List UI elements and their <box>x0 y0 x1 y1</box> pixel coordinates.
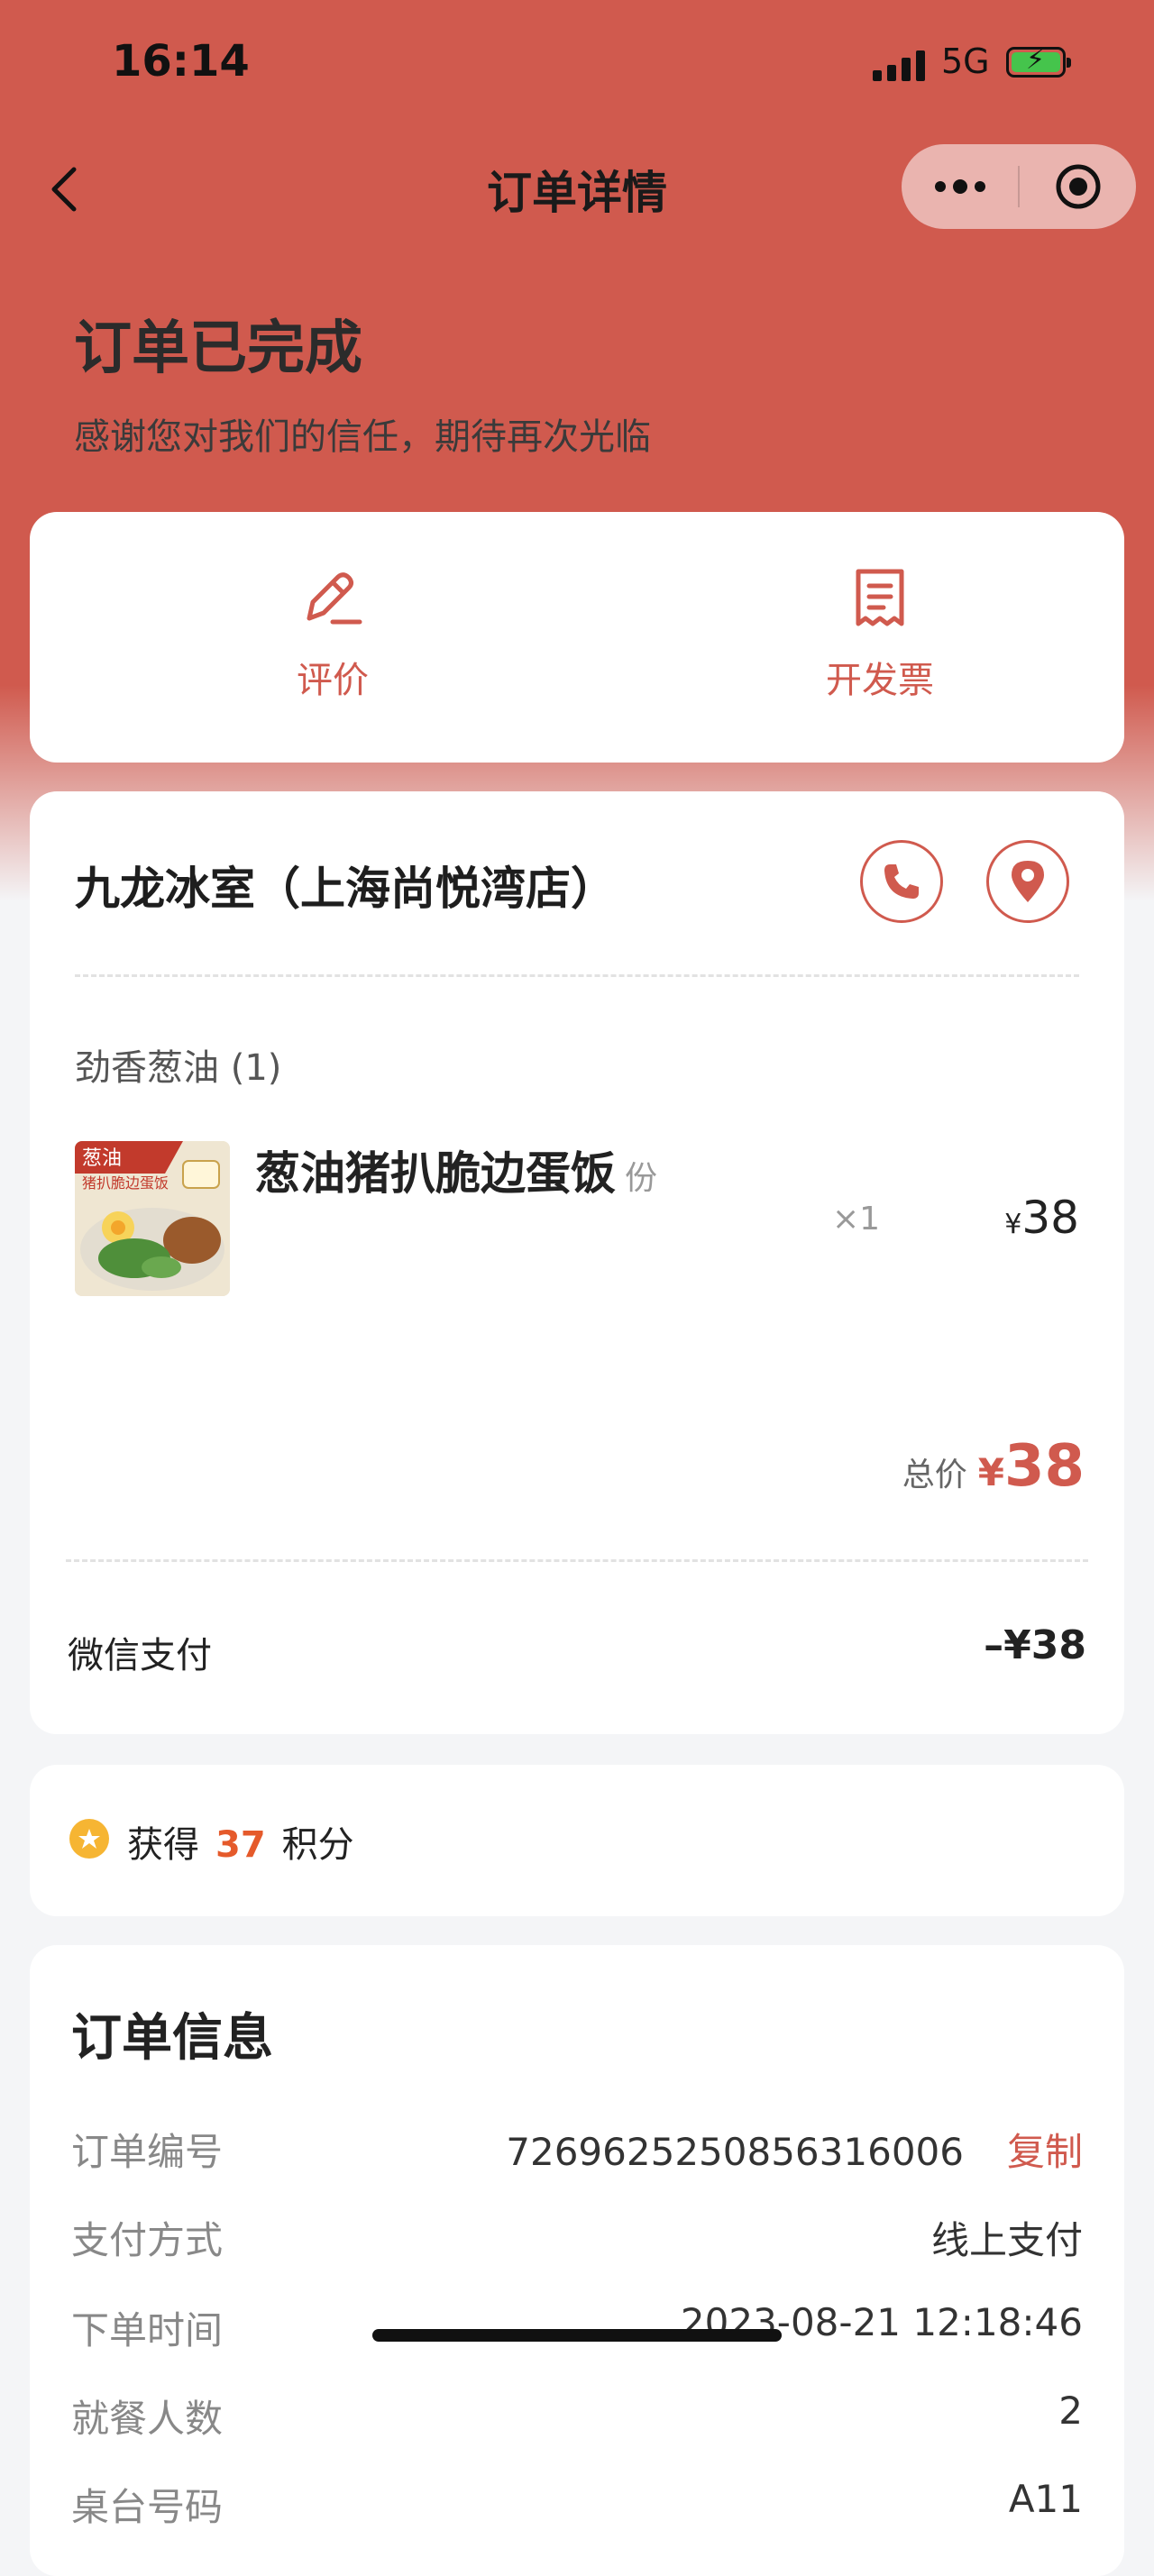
divider <box>66 1559 1088 1562</box>
navigation-bar: 订单详情 <box>0 135 1154 243</box>
battery-icon: ⚡ <box>1006 47 1071 78</box>
pay-method-label: 支付方式 <box>71 2218 224 2262</box>
dish-image-subtitle: 猪扒脆边蛋饭 <box>82 1174 169 1192</box>
copy-order-number-button[interactable]: 复制 <box>1007 2130 1083 2174</box>
actions-card: 评价 开发票 <box>30 512 1124 763</box>
pay-method-value: 线上支付 <box>930 2218 1083 2262</box>
store-name: 九龙冰室（上海尚悦湾店） <box>75 863 616 915</box>
receipt-icon <box>856 569 904 626</box>
network-type: 5G <box>941 41 990 81</box>
table-value: A11 <box>1008 2477 1083 2521</box>
diners-value: 2 <box>1058 2389 1083 2433</box>
payment-amount: –¥38 <box>984 1622 1086 1668</box>
table-label: 桌台号码 <box>71 2485 224 2529</box>
dish-price: ¥38 <box>1004 1192 1079 1244</box>
signal-icon <box>873 49 927 81</box>
dish-image: 葱油 猪扒脆边蛋饭 <box>75 1141 230 1296</box>
dish-image-title: 葱油 <box>82 1147 122 1170</box>
location-pin-icon <box>1012 861 1044 902</box>
more-dots-icon <box>934 179 985 194</box>
dish-unit: 份 <box>625 1160 658 1197</box>
status-time: 16:14 <box>112 36 250 87</box>
points-prefix: 获得 <box>127 1824 199 1866</box>
pay-method-row: 支付方式 线上支付 <box>71 2210 1083 2264</box>
more-button[interactable] <box>902 144 1018 229</box>
invoice-button[interactable]: 开发票 <box>745 566 1015 703</box>
diners-row: 就餐人数 2 <box>71 2389 1083 2443</box>
order-number-label: 订单编号 <box>71 2130 224 2174</box>
order-time-label: 下单时间 <box>71 2308 224 2352</box>
order-number-row: 订单编号 7269625250856316006 复制 <box>71 2122 1083 2176</box>
currency-symbol: ¥ <box>1004 1209 1022 1240</box>
phone-icon <box>884 864 919 899</box>
table-row: 桌台号码 A11 <box>71 2477 1083 2531</box>
dish-quantity: ×1 <box>832 1201 881 1238</box>
call-store-button[interactable] <box>860 840 943 923</box>
divider <box>75 974 1079 977</box>
order-status-title: 订单已完成 <box>74 315 362 382</box>
order-status-subtitle: 感谢您对我们的信任，期待再次光临 <box>74 416 651 458</box>
order-number-value: 7269625250856316006 <box>506 2130 964 2174</box>
order-info-title: 订单信息 <box>71 2009 273 2068</box>
payment-method-label: 微信支付 <box>68 1635 212 1676</box>
miniprogram-capsule <box>902 144 1136 229</box>
diners-label: 就餐人数 <box>71 2397 224 2441</box>
review-label: 评价 <box>297 660 369 701</box>
dish-price-value: 38 <box>1021 1192 1079 1244</box>
home-indicator <box>372 2329 782 2342</box>
order-total: 总价 ¥38 <box>902 1433 1085 1500</box>
order-card: 九龙冰室（上海尚悦湾店） 劲香葱油 (1) 葱油 猪扒脆边蛋饭 葱油猪扒脆边蛋饭… <box>30 791 1124 1734</box>
order-info-card: 订单信息 订单编号 7269625250856316006 复制 支付方式 线上支… <box>30 1945 1124 2576</box>
points-value: 37 <box>215 1824 266 1866</box>
points-coin-icon <box>69 1819 109 1859</box>
points-suffix: 积分 <box>281 1824 354 1866</box>
order-time-row: 下单时间 2023-08-21 12:18:46 <box>71 2300 1083 2354</box>
close-miniprogram-button[interactable] <box>1020 144 1136 229</box>
total-value: 38 <box>1003 1433 1085 1500</box>
dish-name: 葱油猪扒脆边蛋饭份 <box>255 1137 657 1202</box>
review-button[interactable]: 评价 <box>197 566 468 703</box>
total-currency: ¥ <box>977 1450 1004 1494</box>
points-earned: 获得 37 积分 <box>127 1815 354 1868</box>
category-label: 劲香葱油 (1) <box>75 1047 282 1089</box>
status-bar: 16:14 5G ⚡ <box>0 0 1154 135</box>
dish-name-text: 葱油猪扒脆边蛋饭 <box>255 1147 616 1200</box>
invoice-label: 开发票 <box>826 660 934 701</box>
target-icon <box>1056 164 1100 209</box>
total-label: 总价 <box>902 1457 967 1494</box>
points-card: 获得 37 积分 <box>30 1765 1124 1916</box>
edit-pencil-icon <box>307 572 362 625</box>
store-location-button[interactable] <box>986 840 1069 923</box>
